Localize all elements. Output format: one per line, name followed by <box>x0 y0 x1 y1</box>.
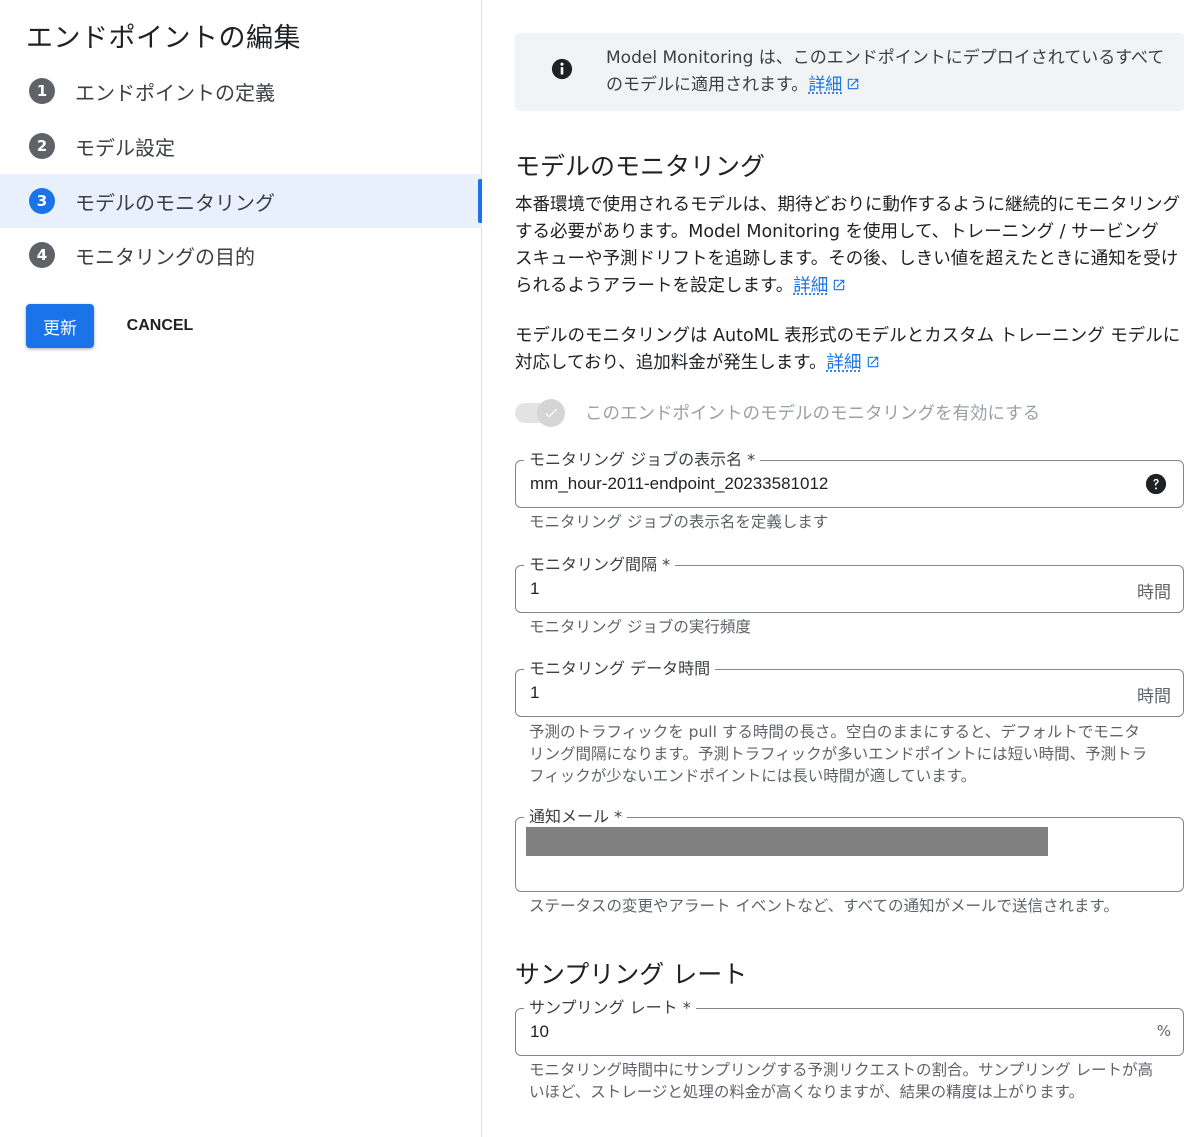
monitoring-data-window-input[interactable] <box>530 683 1090 703</box>
field-label: 通知メール * <box>524 806 628 828</box>
monitoring-interval-field[interactable]: モニタリング間隔 * 時間 <box>515 554 1184 613</box>
step-label: エンドポイントの定義 <box>75 80 275 105</box>
step-endpoint-definition[interactable]: 1 エンドポイントの定義 <box>0 64 482 118</box>
learn-more-link[interactable]: 詳細 <box>793 276 846 296</box>
sampling-rate-input[interactable] <box>530 1022 1090 1042</box>
toggle-label: このエンドポイントのモデルのモニタリングを有効にする <box>585 404 1041 424</box>
notification-email-hint: ステータスの変更やアラート イベントなど、すべての通知がメールで送信されます。 <box>529 897 1119 915</box>
monitoring-data-window-field[interactable]: モニタリング データ時間 時間 <box>515 658 1184 717</box>
sampling-rate-field[interactable]: サンプリング レート * % <box>515 997 1184 1056</box>
info-banner-text: Model Monitoring は、このエンドポイントにデプロイされているすべ… <box>606 45 1166 99</box>
info-banner-message: Model Monitoring は、このエンドポイントにデプロイされているすべ… <box>606 48 1165 95</box>
toggle-track <box>515 398 565 427</box>
field-label: サンプリング レート * <box>524 997 696 1019</box>
cancel-button[interactable]: CANCEL <box>112 304 208 348</box>
monitoring-data-window-hint: 予測のトラフィックを pull する時間の長さ。空白のままにすると、デフォルトで… <box>529 723 1148 785</box>
learn-more-link[interactable]: 詳細 <box>827 353 880 373</box>
stepper-panel: エンドポイントの編集 1 エンドポイントの定義 2 モデル設定 3 モデルのモニ… <box>0 0 482 1137</box>
step-model-settings[interactable]: 2 モデル設定 <box>0 119 482 173</box>
step-number-badge: 3 <box>29 188 55 214</box>
external-link-icon <box>834 279 845 291</box>
monitoring-description-text: 本番環境で使用されるモデルは、期待どおりに動作するように継続的にモニタリングする… <box>515 195 1180 296</box>
step-label: モデルのモニタリング <box>75 190 275 215</box>
toggle-knob <box>537 398 565 427</box>
step-monitoring-objectives[interactable]: 4 モニタリングの目的 <box>0 228 482 282</box>
sampling-rate-hint: モニタリング時間中にサンプリングする予測リクエストの割合。サンプリング レートが… <box>529 1061 1154 1101</box>
check-icon <box>545 408 557 418</box>
step-label: モデル設定 <box>75 135 175 160</box>
monitoring-section-heading: モデルのモニタリング <box>515 152 766 181</box>
learn-more-label: 詳細 <box>808 75 843 95</box>
redacted-email-value <box>526 827 1048 856</box>
page-title: エンドポイントの編集 <box>26 23 301 54</box>
step-number-badge: 1 <box>29 78 55 104</box>
info-icon <box>551 58 573 80</box>
job-name-hint: モニタリング ジョブの表示名を定義します <box>529 513 829 531</box>
job-name-field[interactable]: モニタリング ジョブの表示名 * <box>515 449 1184 508</box>
enable-monitoring-toggle[interactable]: このエンドポイントのモデルのモニタリングを有効にする <box>515 398 1041 427</box>
learn-more-label: 詳細 <box>793 276 829 296</box>
info-banner: Model Monitoring は、このエンドポイントにデプロイされているすべ… <box>515 33 1184 111</box>
sampling-section-heading: サンプリング レート <box>515 960 748 989</box>
unit-suffix: % <box>1156 1022 1171 1040</box>
step-model-monitoring[interactable]: 3 モデルのモニタリング <box>0 174 482 228</box>
field-label: モニタリング データ時間 <box>524 658 716 680</box>
external-link-icon <box>848 78 859 90</box>
external-link-icon <box>867 356 878 368</box>
step-number-badge: 2 <box>29 133 55 159</box>
monitoring-description: 本番環境で使用されるモデルは、期待どおりに動作するように継続的にモニタリングする… <box>515 192 1181 300</box>
monitoring-support-note: モデルのモニタリングは AutoML 表形式のモデルとカスタム トレーニング モ… <box>515 323 1181 377</box>
learn-more-label: 詳細 <box>826 353 862 373</box>
field-label: モニタリング間隔 * <box>524 554 676 576</box>
monitoring-interval-input[interactable] <box>530 579 1090 599</box>
field-label: モニタリング ジョブの表示名 * <box>524 449 761 471</box>
unit-suffix: 時間 <box>1137 583 1171 603</box>
update-button[interactable]: 更新 <box>26 304 94 348</box>
job-name-input[interactable] <box>530 474 1090 494</box>
step-number-badge: 4 <box>29 242 55 268</box>
unit-suffix: 時間 <box>1137 687 1171 707</box>
step-label: モニタリングの目的 <box>75 244 255 269</box>
notification-email-field[interactable]: 通知メール * <box>515 806 1184 892</box>
monitoring-interval-hint: モニタリング ジョブの実行頻度 <box>529 618 751 636</box>
help-icon[interactable] <box>1145 473 1167 495</box>
learn-more-link[interactable]: 詳細 <box>808 75 860 95</box>
